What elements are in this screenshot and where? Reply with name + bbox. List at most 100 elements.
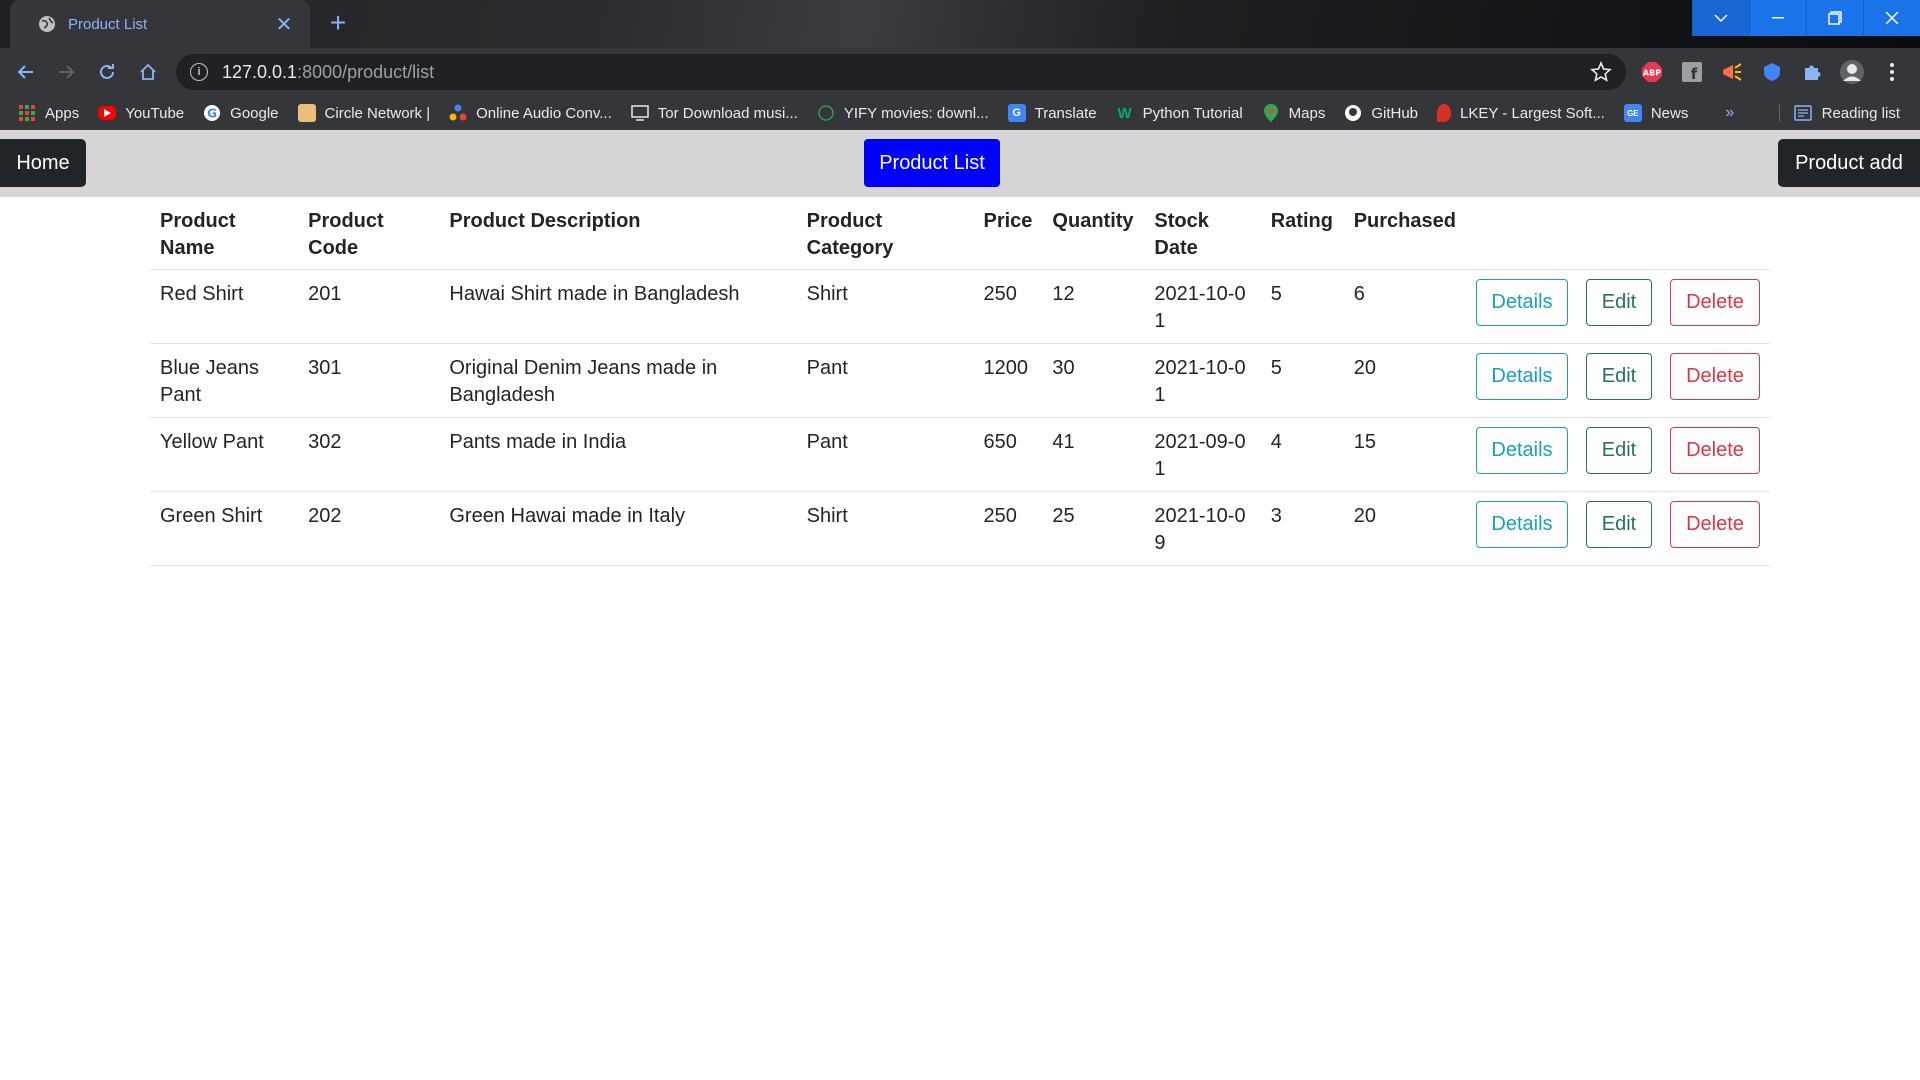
details-button[interactable]: Details [1476,279,1568,326]
product-add-button[interactable]: Product add [1778,139,1920,187]
home-icon[interactable] [132,56,164,88]
tab-title: Product List [68,15,148,33]
delete-button[interactable]: Delete [1670,427,1760,474]
url-host: 127.0.0.1 [222,61,298,82]
close-window-icon[interactable] [1863,0,1920,36]
bookmark-label: GitHub [1371,104,1419,122]
svg-text:G: G [207,107,217,121]
bookmark-label: Apps [45,104,80,122]
cell-name: Yellow Pant [150,417,299,492]
edit-button[interactable]: Edit [1586,501,1652,548]
col-header-quantity: Quantity [1042,208,1145,270]
news-icon: GE [1623,104,1642,122]
chevron-down-icon[interactable] [1692,0,1749,36]
bookmark-label: Tor Download musi... [657,104,798,122]
forward-arrow-icon[interactable] [50,56,82,88]
bookmark-item[interactable]: YouTube [98,105,184,122]
bookmark-item[interactable]: LKEY - Largest Soft... [1437,104,1605,122]
profile-avatar-icon[interactable] [1838,58,1866,86]
restore-icon[interactable] [1806,0,1863,36]
cell-category: Shirt [796,491,974,566]
delete-button[interactable]: Delete [1670,279,1760,326]
svg-text:f: f [1691,65,1698,82]
youtube-icon [98,106,117,120]
bookmark-label: Google [230,104,279,122]
translate-icon: G [1007,104,1026,122]
reading-list-button[interactable]: Reading list [1778,104,1900,122]
col-header-product-code: Product Code [298,208,440,270]
cell-rating: 5 [1260,269,1344,344]
browser-tab[interactable]: Product List ✕ [10,0,310,48]
close-icon[interactable]: ✕ [272,12,296,37]
table-header-row: Product Name Product Code Product Descript… [150,208,1770,270]
tor-download-icon [631,104,649,122]
edit-button[interactable]: Edit [1586,279,1652,326]
bookmark-item[interactable]: W Python Tutorial [1116,104,1243,122]
more-vert-icon[interactable] [1878,58,1906,86]
edit-button[interactable]: Edit [1586,353,1652,400]
details-button[interactable]: Details [1476,427,1568,474]
megaphone-icon[interactable] [1718,58,1746,86]
yify-icon [817,104,835,122]
bookmark-item[interactable]: Maps [1262,104,1326,122]
home-button[interactable]: Home [0,139,86,187]
address-bar[interactable]: i 127.0.0.1:8000/product/list [176,54,1626,90]
bookmark-item[interactable]: GE News [1623,104,1689,122]
col-header-rating: Rating [1260,208,1344,270]
delete-button[interactable]: Delete [1670,353,1760,400]
bookmark-label: News [1650,104,1689,122]
product-list-button[interactable]: Product List [864,139,1000,187]
bookmark-label: YIFY movies: downl... [843,104,989,122]
bookmark-item[interactable]: Apps [18,104,79,122]
col-header-product-category: Product Category [796,208,974,270]
cell-actions: Details Edit Delete [1466,417,1770,492]
bookmark-item[interactable]: G Google [203,104,279,122]
browser-tab-bar: Product List ✕ + [0,0,1920,48]
delete-button[interactable]: Delete [1670,501,1760,548]
cell-price: 250 [973,491,1043,566]
cell-code: 201 [298,269,440,344]
bookmark-label: Translate [1034,104,1097,122]
cell-category: Shirt [796,269,974,344]
facebook-icon[interactable]: f [1678,58,1706,86]
maps-pin-icon [1262,104,1280,122]
bookmark-label: LKEY - Largest Soft... [1460,104,1605,122]
bookmarks-overflow-button[interactable]: » [1725,104,1734,122]
bookmark-item[interactable]: G Translate [1007,104,1097,122]
bookmark-item[interactable]: GitHub [1344,104,1418,122]
minimize-icon[interactable] [1749,0,1806,36]
cell-rating: 4 [1260,417,1344,492]
cell-stock-date: 2021-10-01 [1144,269,1261,344]
window-controls [1692,0,1920,36]
bookmark-item[interactable]: Online Audio Conv... [449,104,612,122]
bookmark-star-icon[interactable] [1590,60,1612,88]
reload-icon[interactable] [91,56,123,88]
back-arrow-icon[interactable] [10,56,42,88]
cell-price: 1200 [973,343,1043,418]
product-table: Product Name Product Code Product Descript… [150,208,1770,566]
edit-button[interactable]: Edit [1586,427,1652,474]
puzzle-piece-icon[interactable] [1798,58,1826,86]
cell-actions: Details Edit Delete [1466,491,1770,566]
bookmark-item[interactable]: Tor Download musi... [631,104,798,122]
reading-list-label: Reading list [1821,104,1900,122]
github-icon [1344,104,1362,122]
details-button[interactable]: Details [1476,353,1568,400]
adblock-plus-icon[interactable]: ABP [1638,58,1666,86]
bookmarks-list: Apps YouTube G Google Circle Network | Online… [18,104,1707,122]
w3schools-icon: W [1117,104,1132,122]
bookmarks-bar: Apps YouTube G Google Circle Network | Online… [0,96,1920,130]
apps-grid-icon [18,104,36,122]
new-tab-icon[interactable]: + [322,8,354,40]
bookmark-item[interactable]: YIFY movies: downl... [817,104,989,122]
details-button[interactable]: Details [1476,501,1568,548]
shield-icon[interactable] [1758,58,1786,86]
col-header-purchased: Purchased [1343,208,1466,270]
col-header-price: Price [973,208,1043,270]
cell-category: Pant [796,417,974,492]
bookmark-label: Maps [1288,104,1326,122]
cell-stock-date: 2021-10-01 [1144,343,1261,418]
bookmark-item[interactable]: Circle Network | [297,104,430,122]
info-icon[interactable]: i [190,63,208,81]
page-content: Home Product List Product add Product Nam… [0,130,1920,1080]
